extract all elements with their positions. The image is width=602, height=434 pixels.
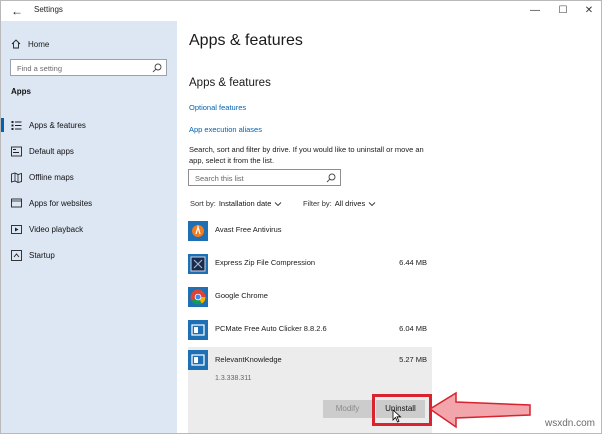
settings-window: ← Settings — ☐ ✕ Home Find a setting App…: [0, 0, 602, 434]
sort-dropdown[interactable]: Sort by: Installation date: [190, 199, 282, 208]
app-list-item[interactable]: Avast Free Antivirus: [188, 216, 432, 246]
startup-icon: [10, 249, 22, 261]
maximize-button[interactable]: ☐: [553, 3, 573, 19]
find-setting-placeholder: Find a setting: [17, 64, 63, 73]
search-list-placeholder: Search this list: [195, 174, 244, 183]
sidebar: Home Find a setting Apps Apps & features…: [1, 21, 177, 433]
optional-features-link[interactable]: Optional features: [189, 103, 246, 112]
search-icon[interactable]: [326, 173, 336, 183]
sidebar-section-apps: Apps: [11, 87, 31, 96]
sidebar-item-apps-websites[interactable]: Apps for websites: [1, 194, 177, 212]
chrome-icon: [188, 287, 208, 307]
red-arrow-icon: [428, 391, 531, 429]
filter-dropdown[interactable]: Filter by: All drives: [303, 199, 376, 208]
home-icon: [11, 39, 21, 49]
express-zip-icon: [188, 254, 208, 274]
video-playback-icon: [10, 223, 22, 235]
sidebar-home-label: Home: [28, 39, 50, 49]
window-title: Settings: [34, 5, 63, 14]
sidebar-item-label: Startup: [29, 250, 55, 260]
find-setting-input[interactable]: Find a setting: [10, 59, 167, 76]
sort-label: Sort by:: [190, 199, 216, 208]
sidebar-item-label: Video playback: [29, 224, 84, 234]
page-title: Apps & features: [189, 32, 303, 49]
modify-button[interactable]: Modify: [323, 400, 372, 418]
app-name: RelevantKnowledge: [215, 355, 282, 364]
app-list-item[interactable]: Express Zip File Compression 6.44 MB: [188, 249, 432, 279]
sidebar-item-label: Default apps: [29, 146, 74, 156]
app-size: 6.04 MB: [399, 324, 427, 333]
description-text: Search, sort and filter by drive. If you…: [189, 145, 424, 165]
title-bar: ← Settings — ☐ ✕: [1, 1, 601, 21]
app-name: PCMate Free Auto Clicker 8.8.2.6: [215, 324, 327, 333]
sort-value: Installation date: [218, 199, 272, 208]
apps-websites-icon: [10, 197, 22, 209]
offline-maps-icon: [10, 171, 22, 183]
sidebar-item-startup[interactable]: Startup: [1, 246, 177, 264]
avast-icon: [188, 221, 208, 241]
filter-value: All drives: [334, 199, 366, 208]
mouse-cursor-icon: [392, 409, 402, 423]
app-size: 6.44 MB: [399, 258, 427, 267]
sidebar-item-apps-features[interactable]: Apps & features: [1, 116, 177, 134]
app-list-item[interactable]: Google Chrome: [188, 282, 432, 312]
sidebar-home[interactable]: Home: [11, 36, 49, 52]
app-name: Express Zip File Compression: [215, 258, 316, 267]
sidebar-item-video-playback[interactable]: Video playback: [1, 220, 177, 238]
close-button[interactable]: ✕: [579, 3, 599, 19]
sidebar-item-default-apps[interactable]: Default apps: [1, 142, 177, 160]
minimize-button[interactable]: —: [525, 3, 545, 19]
pcmate-icon: [188, 320, 208, 340]
app-version: 1.3.338.311: [215, 375, 252, 382]
search-list-input[interactable]: Search this list: [188, 169, 341, 186]
watermark: wsxdn.com: [544, 418, 595, 429]
relevantknowledge-icon: [188, 350, 208, 370]
app-size: 5.27 MB: [399, 355, 427, 364]
main-content: Apps & features Apps & features Optional…: [177, 21, 601, 433]
back-arrow-icon[interactable]: ←: [9, 3, 25, 19]
uninstall-highlight: [372, 394, 432, 426]
search-icon[interactable]: [152, 63, 162, 73]
sidebar-item-label: Offline maps: [29, 172, 74, 182]
app-name: Avast Free Antivirus: [215, 225, 282, 234]
chevron-down-icon: [368, 201, 376, 206]
sidebar-item-label: Apps & features: [29, 120, 86, 130]
sidebar-item-offline-maps[interactable]: Offline maps: [1, 168, 177, 186]
sidebar-item-label: Apps for websites: [29, 198, 93, 208]
default-apps-icon: [10, 145, 22, 157]
apps-features-icon: [10, 119, 22, 131]
section-title: Apps & features: [189, 77, 271, 89]
filter-label: Filter by:: [303, 199, 332, 208]
chevron-down-icon: [275, 201, 282, 206]
app-execution-aliases-link[interactable]: App execution aliases: [189, 125, 262, 134]
app-list-item[interactable]: PCMate Free Auto Clicker 8.8.2.6 6.04 MB: [188, 315, 432, 345]
app-name: Google Chrome: [215, 291, 268, 300]
